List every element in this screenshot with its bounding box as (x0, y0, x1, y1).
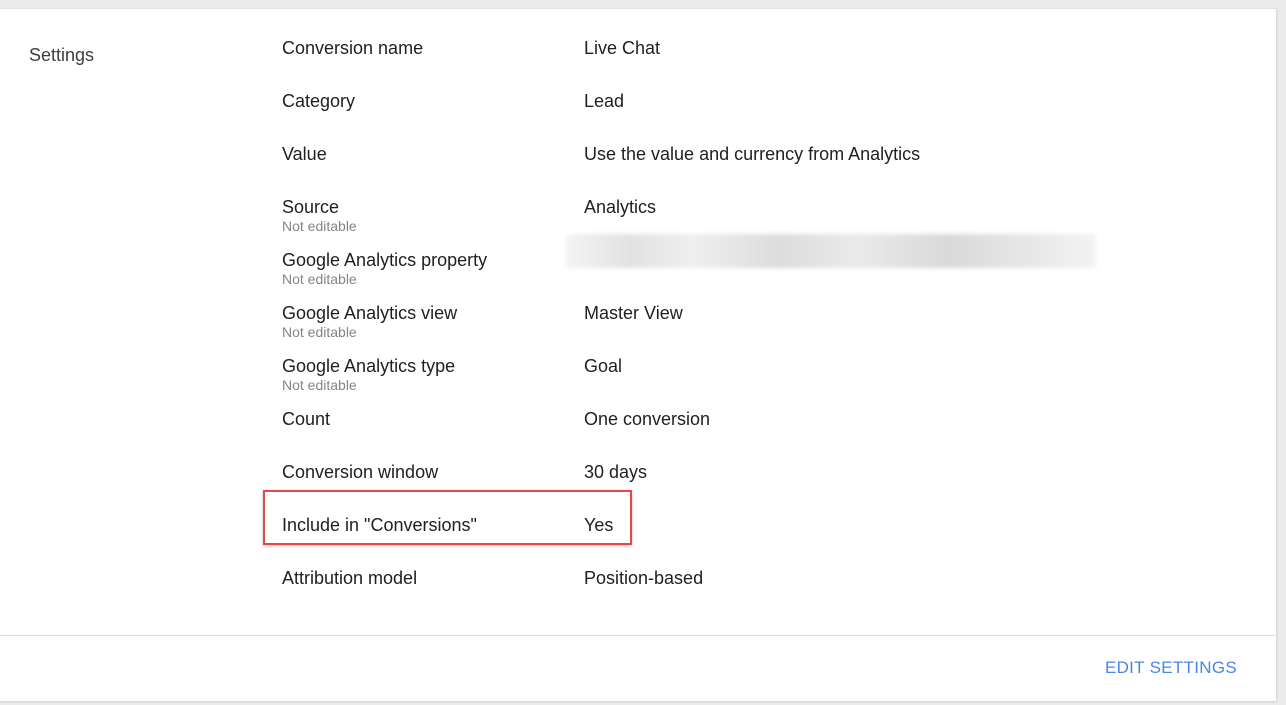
setting-label: Value (282, 144, 327, 164)
setting-row-ga-type: Google Analytics type Not editable Goal (282, 355, 1182, 408)
setting-row-ga-property: Google Analytics property Not editable (282, 234, 1182, 302)
setting-row-attribution-model: Attribution model Position-based (282, 567, 1182, 620)
setting-label: Include in "Conversions" (282, 515, 477, 535)
setting-label: Conversion window (282, 462, 439, 482)
setting-label: Google Analytics type (282, 356, 456, 376)
settings-list: Conversion name Live Chat Category Lead … (282, 37, 1182, 620)
section-title: Settings (29, 45, 95, 65)
redacted-property-value (566, 234, 1096, 268)
not-editable-note: Not editable (282, 218, 357, 234)
setting-row-conversion-name: Conversion name Live Chat (282, 37, 1182, 90)
footer-divider (0, 635, 1276, 636)
setting-row-include-in-conversions: Include in "Conversions" Yes (282, 514, 1182, 567)
setting-row-conversion-window: Conversion window 30 days (282, 461, 1182, 514)
setting-row-count: Count One conversion (282, 408, 1182, 461)
setting-row-value: Value Use the value and currency from An… (282, 143, 1182, 196)
setting-label: Conversion name (282, 38, 424, 58)
setting-value: Use the value and currency from Analytic… (584, 144, 921, 164)
not-editable-note: Not editable (282, 377, 357, 393)
setting-value: 30 days (584, 462, 648, 482)
edit-settings-button[interactable]: EDIT SETTINGS (1105, 658, 1237, 678)
not-editable-note: Not editable (282, 324, 357, 340)
setting-value: Live Chat (584, 38, 661, 58)
setting-value: Lead (584, 91, 625, 111)
setting-label: Attribution model (282, 568, 418, 588)
setting-row-ga-view: Google Analytics view Not editable Maste… (282, 302, 1182, 355)
setting-row-category: Category Lead (282, 90, 1182, 143)
setting-label: Category (282, 91, 356, 111)
setting-value: Goal (584, 356, 623, 376)
setting-label: Google Analytics property (282, 250, 488, 270)
setting-value: Yes (584, 515, 614, 535)
setting-label: Google Analytics view (282, 303, 458, 323)
not-editable-note: Not editable (282, 271, 357, 287)
settings-card: Settings Conversion name Live Chat Categ… (0, 8, 1277, 701)
setting-value: Analytics (584, 197, 657, 217)
setting-label: Count (282, 409, 331, 429)
setting-value: One conversion (584, 409, 711, 429)
setting-value: Position-based (584, 568, 704, 588)
setting-value: Master View (584, 303, 683, 323)
setting-label: Source (282, 197, 340, 217)
